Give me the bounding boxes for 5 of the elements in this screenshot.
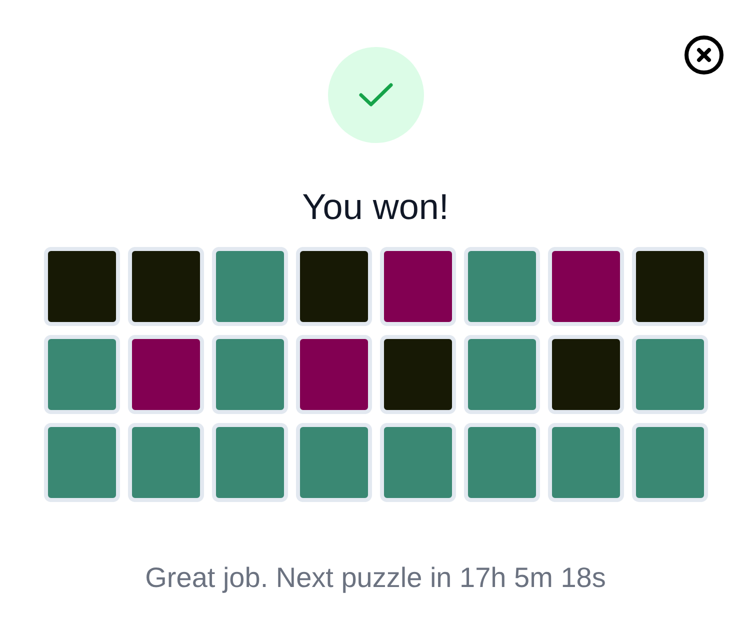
close-icon	[684, 35, 724, 75]
check-icon	[328, 47, 424, 143]
close-button[interactable]	[684, 35, 724, 75]
dialog-title: You won!	[302, 187, 449, 227]
next-puzzle-message: Great job. Next puzzle in 17h 5m 18s	[145, 562, 606, 594]
